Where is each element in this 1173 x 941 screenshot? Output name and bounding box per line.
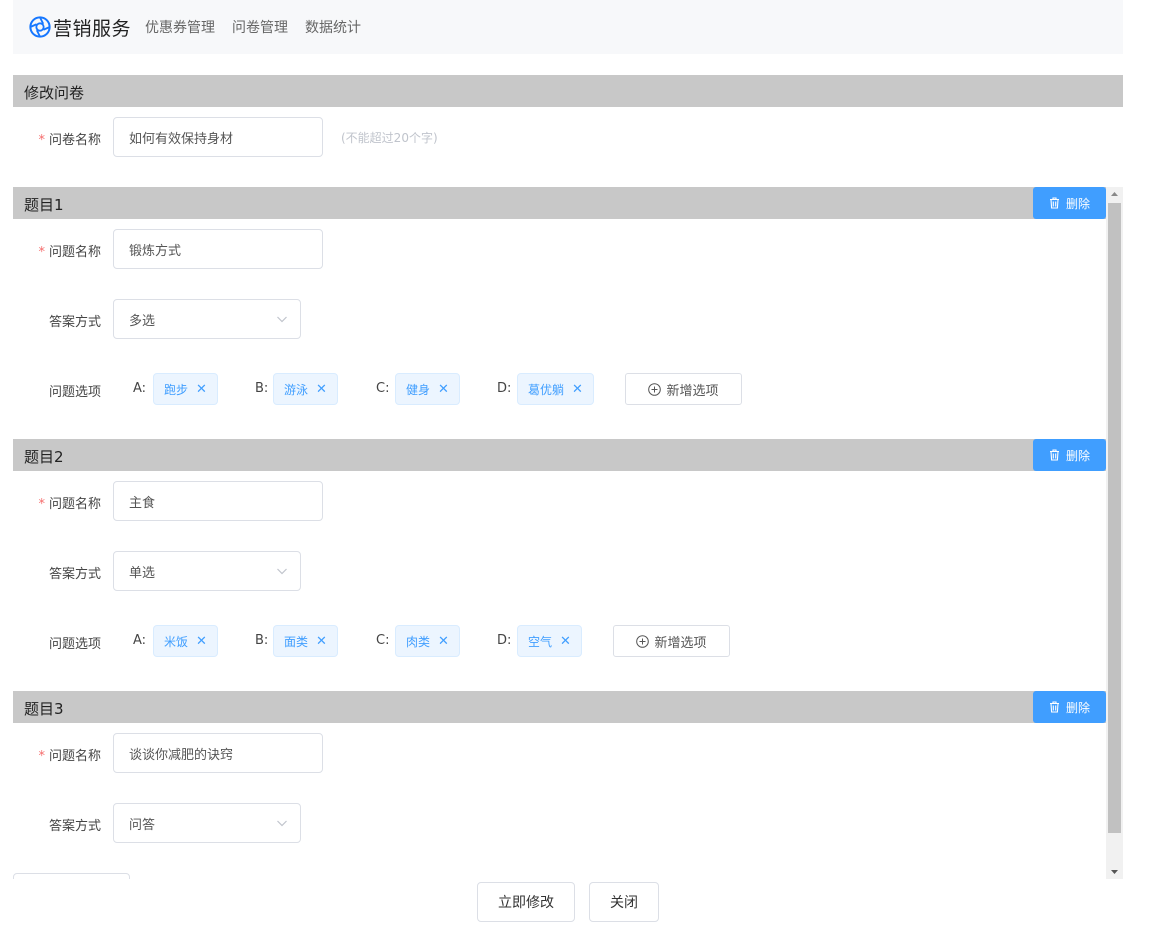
question-3-header: 题目3 删除 [13,691,1106,723]
option-tag: 健身 ✕ [395,373,460,405]
survey-section-header: 修改问卷 [13,75,1123,107]
close-button[interactable]: 关闭 [589,882,659,922]
answer-type-label: 答案方式 [48,567,101,582]
question-title: 题目3 [24,700,64,718]
option-tag: 葛优躺 ✕ [517,373,594,405]
option-tag: 跑步 ✕ [153,373,218,405]
option-tag: 游泳 ✕ [273,373,338,405]
close-icon[interactable]: ✕ [316,382,327,397]
question-name-label: * 问题名称 [38,749,101,764]
scroll-down-arrow-icon[interactable] [1106,865,1123,879]
close-icon[interactable]: ✕ [572,382,583,397]
trash-icon [1049,701,1059,713]
questions-scrollbar[interactable] [1106,187,1123,879]
delete-question-2-button[interactable]: 删除 [1033,439,1106,471]
close-icon[interactable]: ✕ [560,634,571,649]
question-1-header: 题目1 删除 [13,187,1106,219]
partial-button[interactable] [13,873,130,879]
close-icon[interactable]: ✕ [316,634,327,649]
questions-panel: 题目1 删除 * 问题名称 锻炼方式 答案方式 多选 问题选项 A: 跑步 ✕ B:… [13,187,1123,879]
question-name-label: * 问题名称 [38,245,101,260]
option-letter: D: [497,381,512,396]
answer-type-label: 答案方式 [48,315,101,330]
scrollbar-thumb[interactable] [1108,203,1121,833]
survey-name-input[interactable]: 如何有效保持身材 [113,117,323,157]
section-title: 修改问卷 [24,84,85,102]
required-mark: * [38,245,45,260]
question-title: 题目1 [24,196,64,214]
nav-item-stats[interactable]: 数据统计 [305,17,361,37]
delete-question-1-button[interactable]: 删除 [1033,187,1106,219]
option-letter: C: [376,633,390,648]
options-label: 问题选项 [48,637,101,652]
required-mark: * [38,749,45,764]
brand[interactable]: 营销服务 [29,14,131,41]
question-1-name-input[interactable]: 锻炼方式 [113,229,323,269]
option-letter: C: [376,381,390,396]
close-icon[interactable]: ✕ [438,634,449,649]
top-nav: 营销服务 优惠券管理 问卷管理 数据统计 [13,0,1123,54]
option-tag: 肉类 ✕ [395,625,460,657]
delete-question-3-button[interactable]: 删除 [1033,691,1106,723]
question-title: 题目2 [24,448,64,466]
chevron-down-icon [277,568,287,575]
option-tag: 空气 ✕ [517,625,582,657]
options-label: 问题选项 [48,385,101,400]
required-mark: * [38,133,45,148]
aperture-icon [29,16,51,38]
option-letter: D: [497,633,512,648]
option-letter: A: [133,633,147,648]
option-tag: 米饭 ✕ [153,625,218,657]
question-2-name-input[interactable]: 主食 [113,481,323,521]
plus-circle-icon [648,382,662,396]
close-icon[interactable]: ✕ [196,634,207,649]
chevron-down-icon [277,820,287,827]
trash-icon [1049,449,1059,461]
option-letter: B: [255,633,269,648]
plus-circle-icon [636,634,650,648]
question-3-name-input[interactable]: 谈谈你减肥的诀窍 [113,733,323,773]
answer-type-label: 答案方式 [48,819,101,834]
required-mark: * [38,497,45,512]
question-2-answer-select[interactable]: 单选 [113,551,301,591]
survey-name-hint: (不能超过20个字) [341,131,438,145]
question-3-answer-select[interactable]: 问答 [113,803,301,843]
question-1-answer-select[interactable]: 多选 [113,299,301,339]
nav-item-survey[interactable]: 问卷管理 [232,17,288,37]
add-option-button[interactable]: 新增选项 [625,373,742,405]
trash-icon [1049,197,1059,209]
option-tag: 面类 ✕ [273,625,338,657]
add-option-button[interactable]: 新增选项 [613,625,730,657]
brand-name: 营销服务 [53,17,132,40]
submit-button[interactable]: 立即修改 [477,882,575,922]
option-letter: B: [255,381,269,396]
survey-name-label: * 问卷名称 [38,133,101,148]
option-letter: A: [133,381,147,396]
question-2-header: 题目2 删除 [13,439,1106,471]
close-icon[interactable]: ✕ [438,382,449,397]
question-name-label: * 问题名称 [38,497,101,512]
scroll-up-arrow-icon[interactable] [1106,187,1123,201]
chevron-down-icon [277,316,287,323]
close-icon[interactable]: ✕ [196,382,207,397]
nav-item-coupon[interactable]: 优惠券管理 [145,17,215,37]
